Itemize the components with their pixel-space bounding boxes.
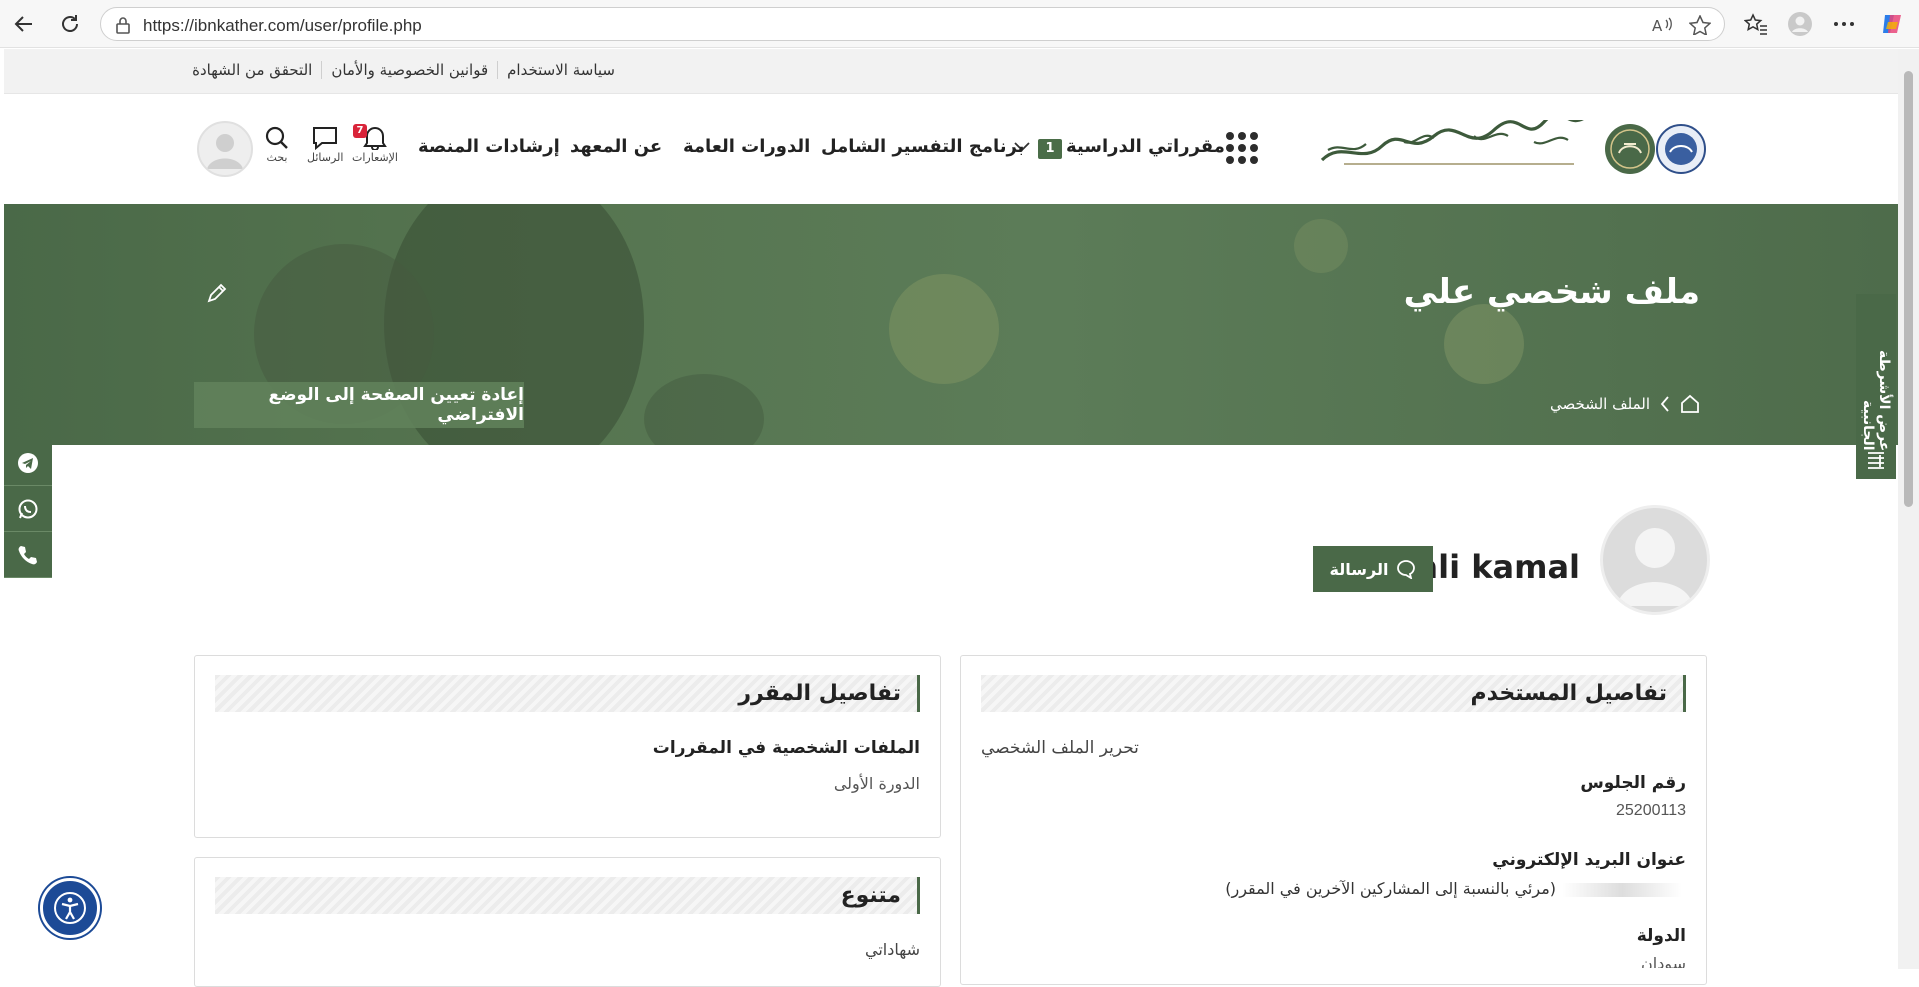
profile-avatar: [1600, 505, 1710, 615]
email-label: عنوان البريد الإلكتروني: [1492, 850, 1686, 870]
chat-bubble-icon: [1396, 559, 1416, 579]
whatsapp-icon[interactable]: [4, 486, 52, 532]
course-profiles-label: الملفات الشخصية في المقررات: [652, 738, 920, 758]
site-logo[interactable]: [1314, 120, 1709, 178]
search-label: بحث: [266, 151, 288, 164]
list-icon: [1866, 451, 1886, 469]
favorite-star-icon[interactable]: [1689, 15, 1711, 35]
svg-text:A: A: [1652, 17, 1663, 35]
utility-links: سياسة الاستخدام قوانين الخصوصية والأمان …: [183, 61, 624, 79]
send-message-button[interactable]: الرسالة: [1313, 546, 1433, 592]
telegram-icon[interactable]: [4, 440, 52, 486]
page-scrollbar[interactable]: [1898, 49, 1919, 969]
nav-tafsir-program[interactable]: برنامج التفسير الشامل: [821, 136, 1024, 157]
browser-toolbar: https://ibnkather.com/user/profile.php A: [0, 0, 1919, 48]
breadcrumb: الملف الشخصي: [1550, 394, 1700, 414]
nav-platform-guides[interactable]: إرشادات المنصة: [418, 136, 560, 157]
certificates-link[interactable]: شهاداتي: [865, 940, 920, 959]
url-text[interactable]: https://ibnkather.com/user/profile.php: [143, 16, 422, 36]
notifications-label: الإشعارات: [352, 151, 398, 164]
social-contact-bar: [4, 440, 52, 578]
seat-number-label: رقم الجلوس: [1580, 773, 1686, 793]
course-link-first[interactable]: الدورة الأولى: [834, 774, 920, 793]
favorites-icon[interactable]: [1742, 10, 1770, 38]
phone-icon[interactable]: [4, 532, 52, 578]
my-courses-count-badge: 1: [1038, 139, 1062, 159]
breadcrumb-current[interactable]: الملف الشخصي: [1550, 395, 1650, 413]
search-button[interactable]: بحث: [263, 125, 291, 164]
country-label: الدولة: [1636, 926, 1686, 946]
apps-grid-icon[interactable]: [1226, 132, 1258, 164]
misc-card: متنوع شهاداتي: [194, 857, 941, 987]
user-details-card: تفاصيل المستخدم تحرير الملف الشخصي رقم ا…: [960, 655, 1707, 985]
edit-pencil-icon[interactable]: [206, 282, 228, 304]
chat-icon: [313, 127, 338, 150]
email-value-redacted: [1562, 883, 1682, 897]
more-options-icon[interactable]: [1830, 10, 1858, 38]
user-avatar[interactable]: [197, 121, 253, 177]
user-details-title: تفاصيل المستخدم: [981, 675, 1686, 712]
nav-about[interactable]: عن المعهد: [570, 136, 662, 157]
accessibility-button[interactable]: [40, 878, 100, 938]
back-icon[interactable]: [10, 10, 38, 38]
edit-profile-link[interactable]: تحرير الملف الشخصي: [981, 738, 1139, 758]
send-message-label: الرسالة: [1329, 559, 1389, 579]
link-terms[interactable]: سياسة الاستخدام: [497, 61, 624, 79]
link-verify-certificate[interactable]: التحقق من الشهادة: [183, 61, 321, 79]
page-title: ملف شخصي علي: [1403, 272, 1700, 312]
email-visibility-note: (مرئي بالنسبة إلى المشاركين الآخرين في ا…: [1225, 879, 1556, 898]
search-icon: [265, 126, 288, 149]
address-bar[interactable]: https://ibnkather.com/user/profile.php A: [100, 7, 1725, 41]
page-hero: ملف شخصي علي الملف الشخصي إعادة تعيين ال…: [4, 204, 1898, 445]
country-value: سودان: [1641, 954, 1686, 968]
profile-name: ali kamal: [1416, 548, 1580, 586]
sidebar-drawer-toggle[interactable]: عرض الأشرطة الجانبية: [1856, 294, 1896, 479]
profile-avatar-icon[interactable]: [1786, 10, 1814, 38]
accessibility-icon: [54, 892, 86, 924]
breadcrumb-separator-icon: [1660, 396, 1670, 412]
scrollbar-thumb[interactable]: [1904, 71, 1913, 507]
reload-icon[interactable]: [56, 10, 84, 38]
nav-general-courses[interactable]: الدورات العامة: [683, 136, 810, 157]
read-aloud-icon[interactable]: A: [1651, 15, 1673, 35]
course-details-title: تفاصيل المقرر: [215, 675, 920, 712]
seat-number-value: 25200113: [1616, 802, 1686, 819]
misc-title: متنوع: [215, 877, 920, 914]
messages-button[interactable]: الرسائل: [307, 125, 343, 164]
course-details-card: تفاصيل المقرر الملفات الشخصية في المقررا…: [194, 655, 941, 838]
messages-label: الرسائل: [307, 151, 344, 164]
drawer-label: عرض الأشرطة الجانبية: [1860, 349, 1892, 451]
reset-page-button[interactable]: إعادة تعيين الصفحة إلى الوضع الافتراضي: [194, 382, 524, 428]
copilot-icon[interactable]: [1878, 10, 1906, 38]
home-icon[interactable]: [1680, 394, 1700, 414]
notifications-count-badge: 7: [353, 124, 367, 138]
lock-icon: [115, 16, 131, 34]
site-header: مقرراتي الدراسية 1 برنامج التفسير الشامل…: [4, 94, 1898, 204]
link-privacy[interactable]: قوانين الخصوصية والأمان: [321, 61, 497, 79]
utility-bar: سياسة الاستخدام قوانين الخصوصية والأمان …: [4, 49, 1898, 94]
nav-my-courses[interactable]: مقرراتي الدراسية: [1066, 136, 1225, 157]
